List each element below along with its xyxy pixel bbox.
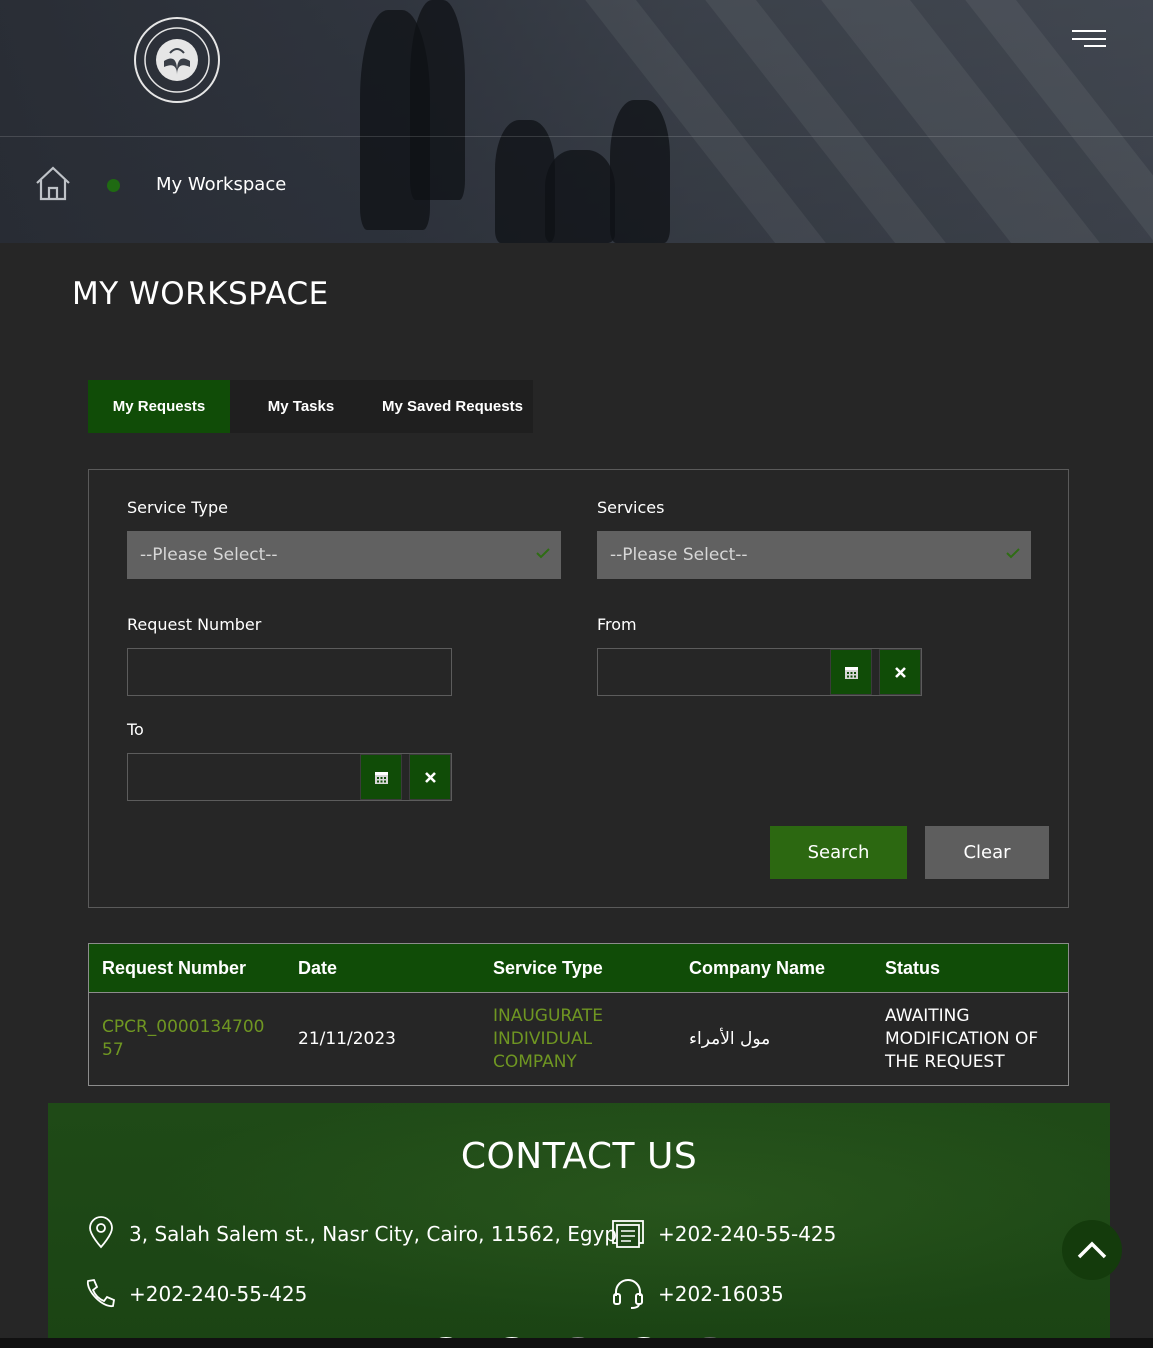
to-label: To <box>127 720 144 739</box>
hero-banner: My Workspace <box>0 0 1153 243</box>
home-icon[interactable] <box>34 164 72 202</box>
request-number-text: 57 <box>102 1040 124 1060</box>
to-clear-button[interactable] <box>409 754 451 800</box>
service-type-select[interactable]: --Please Select-- <box>127 531 561 579</box>
close-icon <box>894 666 906 678</box>
column-header-date[interactable]: Date <box>298 958 337 979</box>
clear-button[interactable]: Clear <box>925 826 1049 879</box>
calendar-icon <box>844 666 858 679</box>
status-text: AWAITING <box>885 1006 970 1026</box>
company-name-cell: مول الأمراء <box>689 1029 771 1049</box>
service-type-text: COMPANY <box>493 1052 577 1072</box>
breadcrumb-current: My Workspace <box>156 174 287 195</box>
from-label: From <box>597 615 637 634</box>
authority-seal-logo <box>144 27 210 93</box>
status-text: MODIFICATION OF <box>885 1029 1039 1049</box>
phone-icon <box>87 1278 116 1307</box>
services-label: Services <box>597 498 665 517</box>
from-clear-button[interactable] <box>879 649 921 695</box>
contact-section: CONTACT US 3, Salah Salem st., Nasr City… <box>48 1103 1110 1348</box>
services-select[interactable]: --Please Select-- <box>597 531 1031 579</box>
location-pin-icon <box>89 1216 113 1249</box>
service-type-link[interactable]: INAUGURATE INDIVIDUAL COMPANY <box>493 1005 603 1074</box>
checkmark-icon <box>536 548 550 559</box>
from-calendar-button[interactable] <box>830 649 872 695</box>
status-cell: AWAITING MODIFICATION OF THE REQUEST <box>885 1005 1038 1074</box>
tab-my-requests[interactable]: My Requests <box>88 380 230 433</box>
page-bottom-bar <box>0 1338 1153 1348</box>
service-type-text: INDIVIDUAL <box>493 1029 593 1049</box>
chevron-up-icon <box>1077 1241 1107 1259</box>
calendar-icon <box>374 771 388 784</box>
contact-fax[interactable]: +202-240-55-425 <box>658 1222 836 1246</box>
page-title: MY WORKSPACE <box>72 276 329 312</box>
to-calendar-button[interactable] <box>360 754 402 800</box>
date-cell: 21/11/2023 <box>298 1029 396 1049</box>
contact-hotline[interactable]: +202-16035 <box>658 1282 784 1306</box>
column-header-status[interactable]: Status <box>885 958 940 979</box>
status-text: THE REQUEST <box>885 1052 1005 1072</box>
tab-my-saved-requests[interactable]: My Saved Requests <box>372 380 533 433</box>
contact-title: CONTACT US <box>460 1136 698 1177</box>
request-number-text: CPCR_0000134700 <box>102 1017 265 1037</box>
column-header-company-name[interactable]: Company Name <box>689 958 825 979</box>
services-value: --Please Select-- <box>610 545 748 565</box>
requests-table: Request Number Date Service Type Company… <box>88 943 1069 1086</box>
breadcrumb-separator <box>107 179 120 192</box>
from-date-input[interactable] <box>597 648 922 696</box>
workspace-tabs: My Requests My Tasks My Saved Requests <box>88 380 533 433</box>
checkmark-icon <box>1006 548 1020 559</box>
to-date-input[interactable] <box>127 753 452 801</box>
service-type-text: INAUGURATE <box>493 1006 603 1026</box>
table-header: Request Number Date Service Type Company… <box>89 944 1068 993</box>
column-header-request-number[interactable]: Request Number <box>102 958 246 979</box>
request-number-input[interactable] <box>127 648 452 696</box>
search-filter-panel: Service Type --Please Select-- Services … <box>88 469 1069 908</box>
service-type-label: Service Type <box>127 498 228 517</box>
contact-address: 3, Salah Salem st., Nasr City, Cairo, 11… <box>129 1222 632 1246</box>
request-number-link[interactable]: CPCR_0000134700 57 <box>102 1016 264 1062</box>
authority-logo[interactable] <box>134 17 220 103</box>
contact-phone[interactable]: +202-240-55-425 <box>129 1282 307 1306</box>
fax-icon <box>612 1220 644 1248</box>
service-type-value: --Please Select-- <box>140 545 278 565</box>
search-button[interactable]: Search <box>770 826 907 879</box>
headset-icon <box>613 1279 643 1309</box>
scroll-to-top-button[interactable] <box>1062 1220 1122 1280</box>
tab-my-tasks[interactable]: My Tasks <box>230 380 372 433</box>
request-number-label: Request Number <box>127 615 262 634</box>
close-icon <box>424 771 436 783</box>
column-header-service-type[interactable]: Service Type <box>493 958 603 979</box>
hamburger-menu-icon[interactable] <box>1068 28 1106 52</box>
